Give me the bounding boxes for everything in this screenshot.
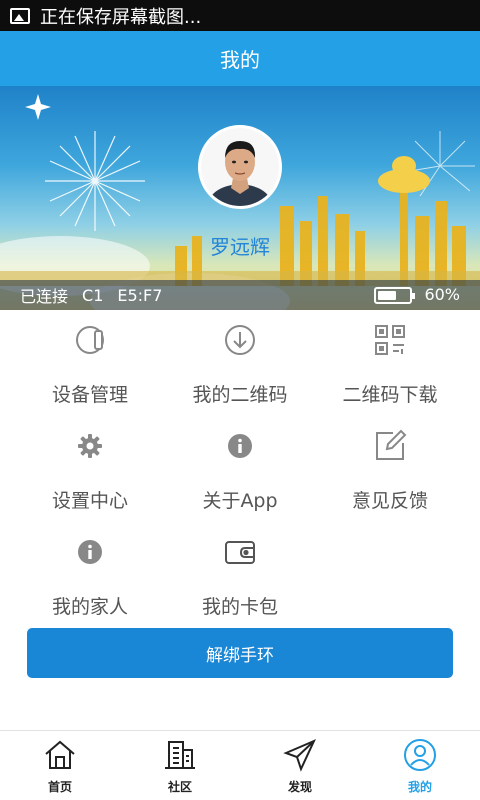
status-notification-text: 正在保存屏幕截图...: [40, 6, 202, 28]
menu-item-qr-download[interactable]: 二维码下载: [315, 312, 465, 418]
device-status-bar: 已连接 C1 E5:F7 60%: [0, 280, 480, 310]
menu-item-label: 设备管理: [51, 384, 128, 406]
device-id: E5:F7: [117, 285, 163, 305]
device-mode: C1: [82, 285, 104, 305]
avatar[interactable]: [198, 125, 282, 209]
image-icon: [10, 7, 30, 24]
tab-label: 首页: [47, 780, 72, 794]
battery-icon: [374, 287, 415, 304]
menu-item-label: 我的卡包: [201, 596, 278, 618]
buildings-icon: [162, 737, 198, 773]
menu-item-settings[interactable]: 设置中心: [15, 418, 165, 524]
battery-percent: 60%: [424, 285, 460, 304]
tab-community[interactable]: 社区: [120, 731, 240, 800]
tab-label: 发现: [287, 780, 312, 794]
menu-item-my-wallet[interactable]: 我的卡包: [165, 524, 315, 630]
menu-item-device-management[interactable]: 设备管理: [15, 312, 165, 418]
page-title: 我的: [220, 48, 260, 72]
qr-code-icon: [370, 320, 410, 360]
gear-icon: [70, 426, 110, 466]
menu-item-my-family[interactable]: 我的家人: [15, 524, 165, 630]
avatar-photo: [201, 128, 279, 206]
tab-home[interactable]: 首页: [0, 731, 120, 800]
battery-fill: [378, 291, 396, 300]
paper-plane-icon: [282, 737, 318, 773]
menu-item-label: 我的家人: [51, 596, 128, 618]
tab-label: 社区: [167, 780, 192, 794]
menu-item-label: 二维码下载: [342, 384, 438, 406]
menu-item-label: 设置中心: [51, 490, 128, 512]
watch-icon: [70, 320, 110, 360]
tab-mine[interactable]: 我的: [360, 731, 480, 800]
menu-item-label: 关于App: [202, 490, 278, 512]
wallet-icon: [220, 532, 260, 572]
info-icon: [70, 532, 110, 572]
unbind-band-button[interactable]: 解绑手环: [27, 628, 453, 678]
menu-item-my-qr-code[interactable]: 我的二维码: [165, 312, 315, 418]
status-bar: 正在保存屏幕截图...: [0, 0, 480, 31]
user-circle-icon: [402, 737, 438, 773]
menu-item-label: 意见反馈: [351, 490, 428, 512]
home-icon: [42, 737, 78, 773]
menu-item-about-app[interactable]: 关于App: [165, 418, 315, 524]
menu-item-feedback[interactable]: 意见反馈: [315, 418, 465, 524]
download-circle-icon: [220, 320, 260, 360]
bottom-tab-bar: 首页 社区 发现 我的: [0, 730, 480, 800]
edit-icon: [370, 426, 410, 466]
info-icon: [220, 426, 260, 466]
tab-discover[interactable]: 发现: [240, 731, 360, 800]
profile-banner: 罗远辉 已连接 C1 E5:F7 60%: [0, 86, 480, 310]
menu-item-label: 我的二维码: [192, 384, 288, 406]
app-bar: 我的: [0, 31, 480, 86]
user-name: 罗远辉: [210, 235, 270, 259]
connection-status: 已连接: [20, 287, 69, 306]
tab-label: 我的: [407, 780, 432, 794]
